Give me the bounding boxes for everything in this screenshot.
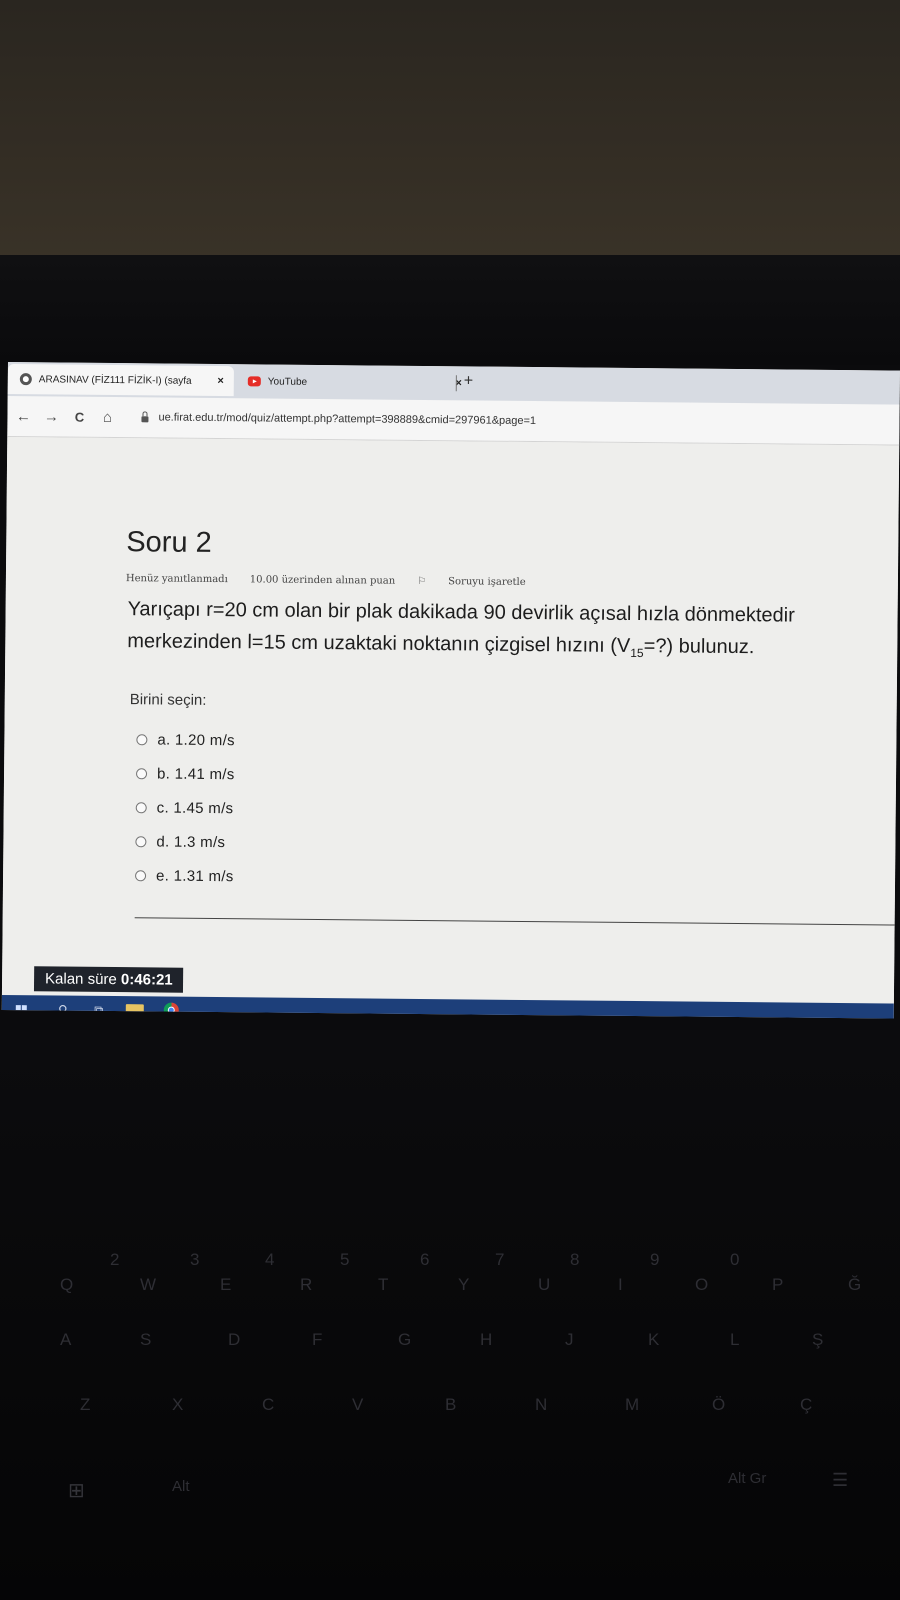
key-j: J [565,1330,574,1349]
key-u: U [538,1275,551,1294]
tab-quiz-close-icon[interactable]: × [217,375,224,387]
search-icon[interactable]: ⚲ [52,1002,74,1018]
key-d: D [228,1330,241,1349]
option-a[interactable]: a. 1.20 m/s [136,722,235,757]
radio-button[interactable] [135,801,147,813]
browser-window: ARASINAV (FİZ111 FİZİK-I) (sayfa × YouTu… [1,362,900,1019]
key-y: Y [458,1275,470,1294]
radio-button[interactable] [136,733,148,745]
key-9: 9 [650,1250,660,1269]
option-d-label: d. 1.3 m/s [156,832,226,851]
option-b-label: b. 1.41 m/s [156,764,235,783]
file-explorer-icon[interactable] [124,1003,146,1019]
flag-icon: ⚐ [417,575,427,588]
new-tab-button[interactable]: + [464,372,474,390]
option-b[interactable]: b. 1.41 m/s [136,756,235,791]
key-o: O [695,1275,709,1294]
key-x: X [172,1395,184,1414]
key-m: M [625,1395,640,1414]
option-e[interactable]: e. 1.31 m/s [135,858,234,893]
key-8: 8 [570,1250,580,1269]
key-4: 4 [265,1250,275,1269]
tab-quiz-label: ARASINAV (FİZ111 FİZİK-I) (sayfa [38,373,192,387]
tab-separator [455,375,457,392]
address-bar[interactable]: ue.firat.edu.tr/mod/quiz/attempt.php?att… [141,411,536,427]
tab-quiz[interactable]: ARASINAV (FİZ111 FİZİK-I) (sayfa × [7,363,234,397]
quiz-page: Soru 2 Henüz yanıtlanmadı 10.00 üzerinde… [1,436,900,1006]
key-g: G [398,1330,412,1349]
subscript: 15 [630,645,644,661]
key-z: Z [80,1395,91,1414]
key-l: L [730,1330,740,1349]
moodle-favicon-icon [19,373,32,386]
flag-question-label: Soruyu işaretle [448,576,526,588]
key-o-umlaut: Ö [712,1395,726,1414]
key-b: B [445,1395,457,1414]
key-r: R [300,1275,313,1294]
key-6: 6 [420,1250,430,1269]
key-i: I [618,1275,623,1294]
key-s-cedilla: Ş [812,1330,824,1349]
key-n: N [535,1395,548,1414]
option-e-label: e. 1.31 m/s [155,866,234,885]
key-5: 5 [340,1250,350,1269]
background-wall [0,0,900,275]
key-t: T [378,1275,389,1294]
key-k: K [648,1330,660,1349]
keyboard: 2 3 4 5 6 7 8 9 0 Q W E R T Y U I O P Ğ … [0,1030,900,1600]
tab-youtube-label: YouTube [267,375,308,388]
back-button[interactable]: ← [11,408,35,425]
radio-button[interactable] [135,835,147,847]
key-alt: Alt [172,1478,190,1495]
answer-options: a. 1.20 m/s b. 1.41 m/s c. 1.45 m/s d. 1… [135,722,235,893]
option-d[interactable]: d. 1.3 m/s [135,824,234,859]
key-s: S [140,1330,152,1349]
key-a: A [60,1330,72,1349]
radio-button[interactable] [136,767,148,779]
question-text: Yarıçapı r=20 cm olan bir plak dakikada … [127,593,900,671]
windows-icon[interactable] [15,1004,38,1016]
time-remaining: Kalan süre 0:46:21 [33,966,183,993]
key-altgr: Alt Gr [728,1470,767,1487]
key-c: C [262,1395,275,1414]
lock-icon [141,415,149,422]
windows-key-icon: ⊞ [68,1480,85,1502]
key-v: V [352,1395,364,1414]
question-text-line2: merkezinden l=15 cm uzaktaki noktanın çi… [127,630,755,661]
key-c-cedilla: Ç [800,1395,813,1414]
menu-key-icon: ☰ [832,1470,849,1490]
address-bar-url: ue.firat.edu.tr/mod/quiz/attempt.php?att… [158,411,537,428]
key-e: E [220,1275,232,1294]
divider [134,917,895,926]
reload-button[interactable]: C [67,409,91,424]
option-c[interactable]: c. 1.45 m/s [135,790,235,825]
key-0: 0 [730,1250,740,1269]
answer-prompt: Birini seçin: [129,691,207,709]
question-points: 10.00 üzerinden alınan puan [249,574,396,587]
forward-button[interactable]: → [39,408,63,425]
radio-button[interactable] [135,869,147,881]
chrome-icon[interactable] [160,1002,182,1018]
key-g-breve: Ğ [848,1275,862,1294]
time-remaining-value: 0:46:21 [120,971,173,989]
question-title: Soru 2 [126,526,212,559]
option-c-label: c. 1.45 m/s [156,798,234,817]
question-status: Henüz yanıtlanmadı [125,573,228,586]
question-info: Henüz yanıtlanmadı 10.00 üzerinden alına… [126,573,570,588]
youtube-favicon-icon [247,376,261,387]
key-q: Q [60,1275,74,1294]
key-w: W [140,1275,157,1294]
option-a-label: a. 1.20 m/s [157,730,235,749]
key-2: 2 [110,1250,120,1269]
key-f: F [312,1330,323,1349]
key-3: 3 [190,1250,200,1269]
task-view-icon[interactable]: ⧉ [88,1003,110,1019]
key-p: P [772,1275,784,1294]
laptop-bezel [0,255,900,582]
flag-question-link[interactable]: ⚐ Soruyu işaretle [417,576,548,588]
home-button[interactable]: ⌂ [95,408,119,425]
tab-youtube[interactable]: YouTube × [244,366,462,398]
key-h: H [480,1330,493,1349]
key-7: 7 [495,1250,505,1269]
